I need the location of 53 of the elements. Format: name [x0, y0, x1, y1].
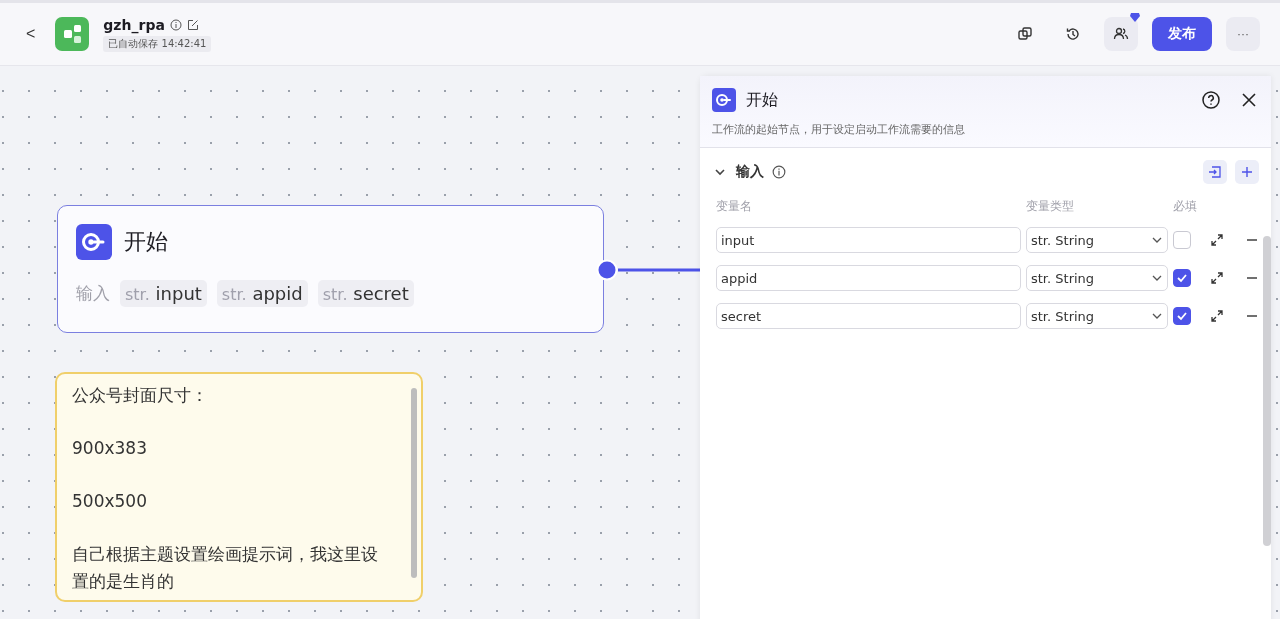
required-checkbox[interactable]	[1173, 269, 1191, 287]
scrollbar-thumb[interactable]	[1263, 236, 1271, 546]
check-icon	[1176, 272, 1188, 284]
edit-icon[interactable]	[186, 18, 199, 31]
required-checkbox[interactable]	[1173, 307, 1191, 325]
type-dropdown[interactable]: str. String	[1026, 303, 1168, 329]
note-text: 公众号封面尺寸：	[72, 384, 209, 407]
more-button[interactable]: ···	[1226, 17, 1260, 51]
variable-name-field[interactable]: appid	[716, 265, 1021, 291]
scrollbar-thumb[interactable]	[411, 388, 417, 578]
input-tag: str. appid	[216, 280, 308, 307]
import-icon	[1208, 165, 1222, 179]
help-icon[interactable]	[1201, 90, 1221, 110]
note-text: 500x500	[72, 490, 148, 513]
variable-name-field[interactable]: secret	[716, 303, 1021, 329]
output-port[interactable]	[596, 259, 618, 281]
publish-button[interactable]: 发布	[1152, 17, 1212, 51]
import-button[interactable]	[1203, 160, 1227, 184]
copy-icon	[1017, 26, 1033, 42]
users-icon	[1113, 26, 1129, 42]
add-button[interactable]	[1235, 160, 1259, 184]
expand-icon[interactable]	[1210, 271, 1224, 285]
note-text: 900x383	[72, 437, 148, 460]
note-text: 自己根据主题设置绘画提示词，我这里设置的是生肖的	[72, 543, 379, 593]
column-header: 变量类型	[1026, 198, 1075, 215]
panel-title: 开始	[746, 89, 778, 111]
type-dropdown[interactable]: str. String	[1026, 265, 1168, 291]
column-header: 必填	[1173, 198, 1198, 215]
plus-icon	[1240, 165, 1254, 179]
panel-description: 工作流的起始节点，用于设定启动工作流需要的信息	[712, 122, 966, 137]
expand-icon[interactable]	[1210, 233, 1224, 247]
input-tag: str. input	[120, 280, 207, 307]
info-icon[interactable]	[169, 18, 182, 31]
section-title: 输入	[736, 163, 764, 181]
history-icon	[1065, 26, 1081, 42]
start-node-icon	[76, 224, 112, 260]
start-icon	[712, 88, 736, 112]
type-dropdown[interactable]: str. String	[1026, 227, 1168, 253]
input-tag: str. secret	[317, 280, 414, 307]
info-icon[interactable]	[772, 165, 786, 179]
back-button[interactable]: <	[20, 21, 42, 47]
check-icon	[1176, 310, 1188, 322]
app-logo-icon	[55, 17, 90, 51]
autosave-status: 已自动保存 14:42:41	[103, 35, 212, 52]
variable-name-field[interactable]: input	[716, 227, 1021, 253]
start-node[interactable]: 开始 输入 str. input str. appid str. secret	[57, 205, 604, 333]
note-card[interactable]: 公众号封面尺寸： 900x383 500x500 自己根据主题设置绘画提示词，我这里设置的是生肖的	[55, 372, 423, 602]
column-header: 变量名	[716, 198, 753, 215]
inputs-label: 输入	[76, 282, 110, 305]
node-title: 开始	[124, 228, 168, 256]
workflow-title: gzh_rpa	[103, 16, 165, 33]
diamond-badge-icon	[1130, 13, 1140, 22]
expand-icon[interactable]	[1210, 309, 1224, 323]
